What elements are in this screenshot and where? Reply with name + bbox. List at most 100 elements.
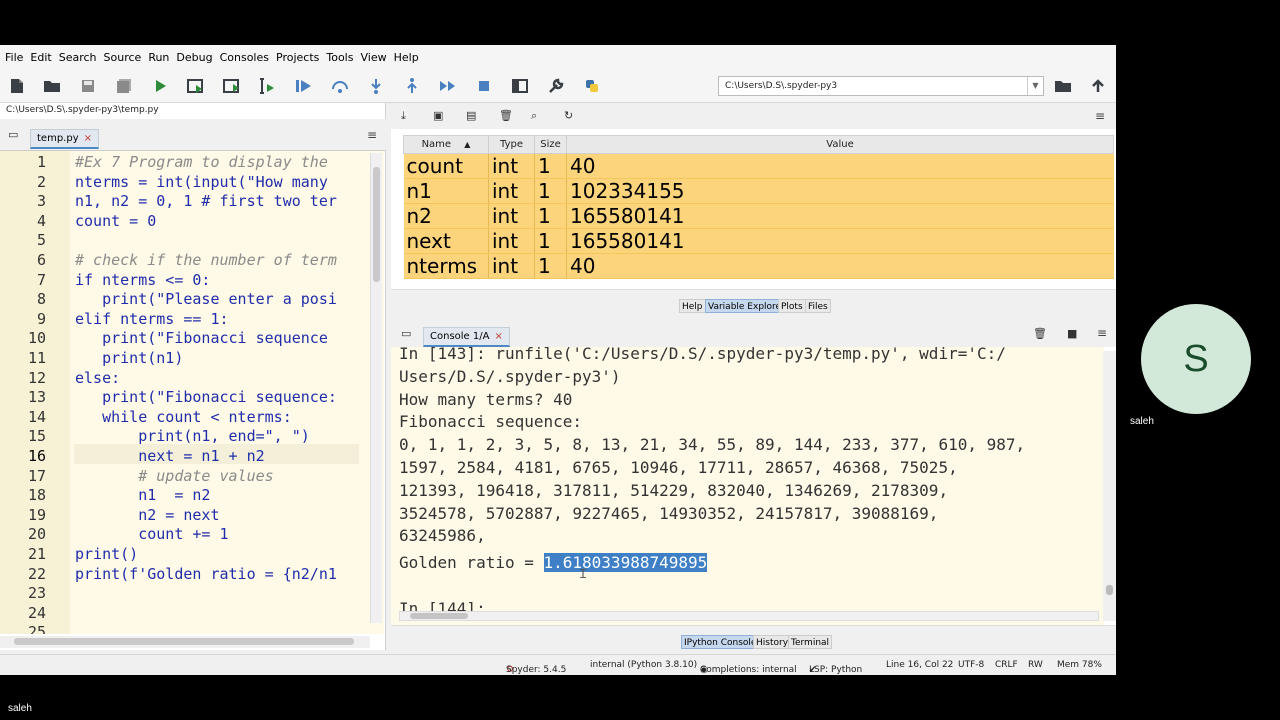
variable-name: count xyxy=(403,153,489,179)
variable-row[interactable]: n2 int 1 165580141 xyxy=(403,203,1114,229)
save-data-as-icon[interactable]: ▤ xyxy=(466,109,476,122)
variable-value: 165580141 xyxy=(566,203,1114,229)
menu-help[interactable]: Help xyxy=(394,51,419,64)
line-number: 3 xyxy=(36,192,46,211)
tab-variable-explorer[interactable]: Variable Explorer xyxy=(705,299,788,313)
run-icon[interactable] xyxy=(150,76,170,96)
close-icon[interactable]: × xyxy=(84,133,92,144)
tab-files[interactable]: Files xyxy=(805,299,831,313)
close-icon[interactable]: × xyxy=(494,331,502,342)
line-number: 7 xyxy=(36,270,46,289)
variable-table: Name ▲ Type Size Value count int 1 40 n1 int 1… xyxy=(403,135,1114,279)
wrench-icon[interactable] xyxy=(546,76,566,96)
menu-view[interactable]: View xyxy=(360,51,386,64)
variable-name: next xyxy=(403,228,489,254)
menu-debug[interactable]: Debug xyxy=(176,51,212,64)
code-line: print(n1) xyxy=(75,349,184,367)
save-all-icon[interactable] xyxy=(114,76,134,96)
scrollbar-thumb[interactable] xyxy=(373,167,380,282)
variable-type: int xyxy=(488,178,535,204)
run-cell-icon[interactable] xyxy=(186,76,206,96)
variable-value: 102334155 xyxy=(566,178,1114,204)
editor-vertical-scrollbar[interactable] xyxy=(370,153,382,623)
variable-size: 1 xyxy=(534,253,567,279)
run-selection-icon[interactable] xyxy=(258,76,278,96)
column-header-type[interactable]: Type xyxy=(488,135,535,154)
line-number: 1 xyxy=(36,153,46,171)
line-number: 24 xyxy=(27,603,46,622)
stop-icon[interactable] xyxy=(474,76,494,96)
console-vertical-scrollbar[interactable] xyxy=(1103,351,1116,621)
sort-ascending-icon: ▲ xyxy=(464,140,471,149)
save-icon[interactable] xyxy=(78,76,98,96)
menu-source[interactable]: Source xyxy=(104,51,142,64)
menu-projects[interactable]: Projects xyxy=(276,51,319,64)
open-folder-icon[interactable] xyxy=(42,76,62,96)
menu-edit[interactable]: Edit xyxy=(30,51,51,64)
tab-plots[interactable]: Plots xyxy=(778,299,806,313)
step-return-icon[interactable] xyxy=(402,76,422,96)
tab-temp-py[interactable]: temp.py × xyxy=(30,129,99,149)
scrollbar-thumb[interactable] xyxy=(14,638,354,645)
interpreter-status[interactable]: internal (Python 3.8.10) xyxy=(590,660,697,670)
column-header-value[interactable]: Value xyxy=(566,135,1114,154)
editor-horizontal-scrollbar[interactable] xyxy=(0,636,370,648)
menu-file[interactable]: File xyxy=(5,51,23,64)
code-line: print(n1, end=", ") xyxy=(75,427,310,446)
variable-row[interactable]: next int 1 165580141 xyxy=(403,228,1114,254)
hamburger-menu-icon[interactable]: ≡ xyxy=(1097,326,1107,340)
console-output[interactable]: In [143]: runfile('C:/Users/D.S/.spyder-… xyxy=(391,347,1104,625)
trash-icon[interactable]: 🗑 xyxy=(1033,327,1047,340)
menu-run[interactable]: Run xyxy=(148,51,169,64)
menu-search[interactable]: Search xyxy=(59,51,97,64)
tab-history[interactable]: History xyxy=(753,635,792,649)
console-horizontal-scrollbar[interactable] xyxy=(399,611,1099,621)
debug-file-icon[interactable] xyxy=(294,76,314,96)
code-editor[interactable]: 1 2 3 4 5 6 7 8 9 10 11 12 13 14 15 16 17 18 19 20 21 22 23 24 2… xyxy=(0,151,384,634)
scrollbar-thumb[interactable] xyxy=(1106,585,1113,595)
import-data-icon[interactable]: ⤓ xyxy=(401,109,406,123)
hamburger-menu-icon[interactable]: ≡ xyxy=(1095,109,1105,123)
console-line: 63245986, xyxy=(399,526,486,546)
parent-directory-icon[interactable] xyxy=(1088,76,1108,96)
hamburger-menu-icon[interactable]: ≡ xyxy=(367,128,377,142)
column-header-name[interactable]: Name ▲ xyxy=(403,135,489,154)
python-path-icon[interactable] xyxy=(582,76,602,96)
variable-row[interactable]: count int 1 40 xyxy=(403,153,1114,179)
step-over-icon[interactable] xyxy=(330,76,350,96)
pane-browse-icon[interactable]: ▭ xyxy=(8,128,18,141)
stop-kernel-icon[interactable]: ■ xyxy=(1067,327,1077,340)
working-directory-input[interactable]: C:\Users\D.S\.spyder-py3 ▼ xyxy=(718,76,1044,96)
search-icon[interactable]: ⌕ xyxy=(531,109,537,123)
chevron-down-icon[interactable]: ▼ xyxy=(1027,77,1043,95)
line-number: 21 xyxy=(27,545,46,563)
tab-help[interactable]: Help xyxy=(679,299,706,313)
code-line: if nterms <= 0: xyxy=(75,270,211,289)
console-line: In [143]: runfile('C:/Users/D.S/.spyder-… xyxy=(399,347,1006,363)
maximize-pane-icon[interactable] xyxy=(510,76,530,96)
variable-row[interactable]: nterms int 1 40 xyxy=(403,253,1114,279)
line-number: 16 xyxy=(27,447,46,465)
scrollbar-thumb[interactable] xyxy=(410,613,468,619)
step-into-icon[interactable] xyxy=(366,76,386,96)
tab-terminal[interactable]: Terminal xyxy=(788,635,833,649)
console-line: 1597, 2584, 4181, 6765, 10946, 17711, 28… xyxy=(399,458,958,477)
browse-folder-icon[interactable] xyxy=(1053,76,1073,96)
menu-consoles[interactable]: Consoles xyxy=(220,51,269,64)
run-cell-advance-icon[interactable] xyxy=(222,76,242,96)
pane-browse-icon[interactable]: ▭ xyxy=(401,327,411,340)
trash-icon[interactable]: 🗑 xyxy=(499,109,513,122)
column-header-size[interactable]: Size xyxy=(534,135,567,154)
line-number: 15 xyxy=(27,427,46,446)
tab-console[interactable]: Console 1/A × xyxy=(423,327,510,347)
golden-ratio-output: Golden ratio = 1.618033988749895 xyxy=(399,553,708,572)
tab-ipython-console[interactable]: IPython Console xyxy=(681,635,760,649)
variable-row[interactable]: n1 int 1 102334155 xyxy=(403,178,1114,204)
continue-icon[interactable] xyxy=(438,76,458,96)
menu-tools[interactable]: Tools xyxy=(326,51,353,64)
selected-text[interactable]: 1.618033988749895 xyxy=(543,553,708,572)
line-number: 4 xyxy=(36,211,46,230)
new-file-icon[interactable] xyxy=(7,76,27,96)
refresh-icon[interactable]: ↻ xyxy=(564,109,573,122)
save-data-icon[interactable]: ▣ xyxy=(433,109,443,122)
